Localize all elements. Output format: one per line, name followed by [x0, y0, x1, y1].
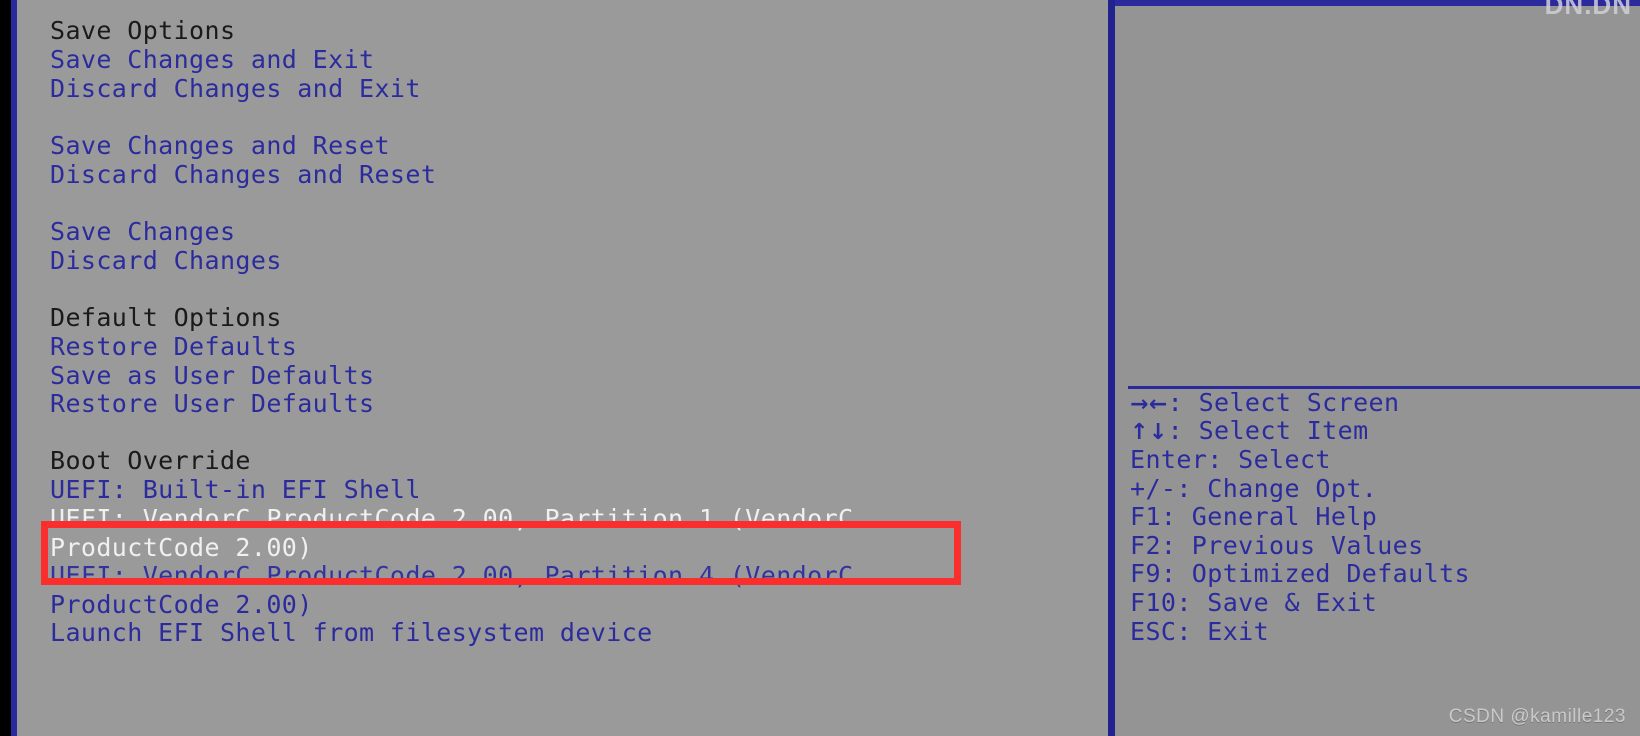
menu-section-header: Default Options: [50, 303, 282, 332]
help-key-line: →←: Select Screen: [1130, 388, 1400, 420]
menu-item[interactable]: ProductCode 2.00): [50, 590, 313, 619]
arrow-keys-icon: →←: [1130, 392, 1168, 417]
help-keys-panel: →←: Select Screen ↑↓: Select Item Enter: S…: [1115, 0, 1640, 736]
menu-item[interactable]: Restore User Defaults: [50, 389, 374, 418]
menu-item[interactable]: Discard Changes and Reset: [50, 160, 436, 189]
csdn-watermark: CSDN @kamille123: [1448, 706, 1626, 727]
menu-section-header: Save Options: [50, 16, 236, 45]
menu-item[interactable]: Restore Defaults: [50, 332, 297, 361]
menu-item[interactable]: Discard Changes: [50, 246, 282, 275]
menu-item[interactable]: Save Changes: [50, 217, 235, 246]
menu-item[interactable]: Discard Changes and Exit: [50, 74, 421, 103]
help-key-line: F2: Previous Values: [1130, 531, 1424, 560]
menu-section-header: Boot Override: [50, 446, 251, 475]
menu-item[interactable]: UEFI: Built-in EFI Shell: [50, 475, 421, 504]
help-key-label: : Select Item: [1167, 416, 1369, 445]
menu-item-selected[interactable]: ProductCode 2.00): [50, 533, 313, 562]
menu-item[interactable]: Save as User Defaults: [50, 361, 374, 390]
menu-item[interactable]: Save Changes and Exit: [50, 45, 374, 74]
menu-item[interactable]: UEFI: VendorC ProductCode 2.00, Partitio…: [50, 561, 853, 590]
help-key-label: : Select Screen: [1167, 388, 1400, 417]
help-key-line: F10: Save & Exit: [1130, 588, 1378, 617]
help-key-line: ESC: Exit: [1130, 617, 1270, 646]
help-key-line: F9: Optimized Defaults: [1130, 559, 1470, 588]
help-key-line: Enter: Select: [1130, 445, 1331, 474]
help-key-line: F1: General Help: [1130, 502, 1378, 531]
boot-menu-panel: Save Options Save Changes and Exit Discard…: [17, 0, 1108, 736]
arrow-keys-icon: ↑↓: [1130, 420, 1168, 445]
menu-item-selected[interactable]: UEFI: VendorC ProductCode 2.00, Partitio…: [50, 504, 853, 533]
menu-item[interactable]: Save Changes and Reset: [50, 131, 390, 160]
help-key-line: ↑↓: Select Item: [1130, 416, 1369, 448]
bios-setup-screen: Save Options Save Changes and Exit Discard…: [0, 0, 1640, 736]
screen-left-black-margin: [0, 0, 11, 736]
help-key-line: +/-: Change Opt.: [1130, 474, 1378, 503]
menu-item[interactable]: Launch EFI Shell from filesystem device: [50, 618, 653, 647]
top-watermark: DN.DN: [1544, 0, 1632, 20]
panel-divider: [1108, 0, 1115, 736]
